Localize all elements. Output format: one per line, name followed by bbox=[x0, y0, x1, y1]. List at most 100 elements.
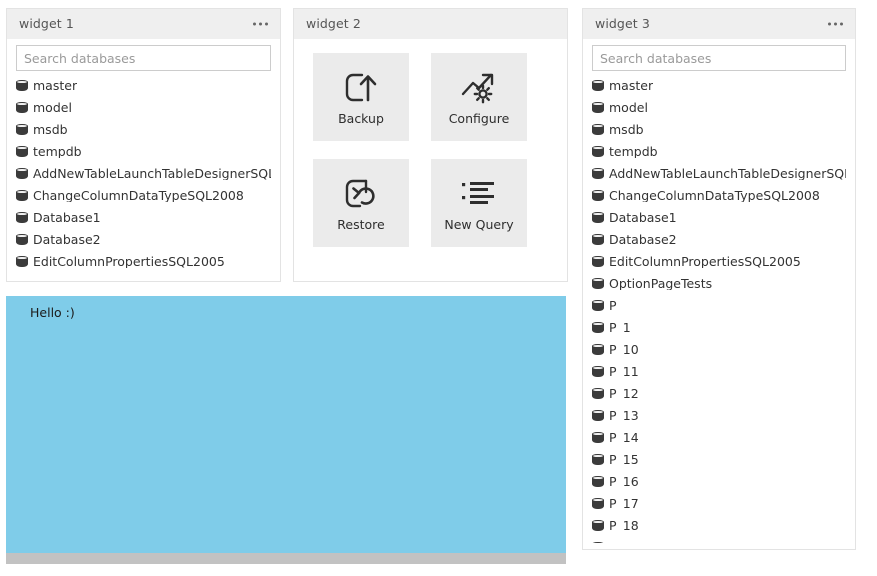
database-name: Database1 bbox=[33, 212, 101, 225]
database-icon bbox=[16, 212, 28, 225]
database-icon bbox=[16, 102, 28, 115]
new-query-icon-svg bbox=[462, 180, 496, 208]
widget-1-title: widget 1 bbox=[19, 18, 74, 31]
database-list-item[interactable]: Database1 bbox=[16, 207, 271, 229]
database-name: P_14 bbox=[609, 432, 639, 445]
database-list-item[interactable]: master bbox=[592, 75, 846, 97]
widget-2-body: Backup Configure RestoreNew Query bbox=[294, 39, 567, 281]
database-icon bbox=[592, 410, 604, 423]
database-list-item[interactable]: P_17 bbox=[592, 493, 846, 515]
database-list-item[interactable]: msdb bbox=[592, 119, 846, 141]
database-name: model bbox=[33, 102, 72, 115]
database-name: master bbox=[33, 80, 77, 93]
database-list-item[interactable]: model bbox=[16, 97, 271, 119]
database-icon bbox=[592, 212, 604, 225]
database-list-item[interactable]: ChangeColumnDataTypeSQL2008 bbox=[592, 185, 846, 207]
database-icon bbox=[16, 168, 28, 181]
database-name: AddNewTableLaunchTableDesignerSQL2 bbox=[33, 168, 271, 181]
widget-1-body: master model msdb tempdb AddNewTableLaunchTa… bbox=[7, 39, 280, 281]
database-list-item[interactable]: P_12 bbox=[592, 383, 846, 405]
database-name: EditColumnPropertiesSQL2005 bbox=[33, 256, 225, 269]
widget-3-database-panel: master model msdb tempdbAddNewTableLaunchTa… bbox=[592, 45, 846, 543]
database-name: msdb bbox=[609, 124, 644, 137]
database-icon bbox=[592, 344, 604, 357]
database-list-item[interactable]: EditColumnPropertiesSQL2005 bbox=[592, 251, 846, 273]
database-icon bbox=[592, 124, 604, 137]
database-list-item[interactable]: tempdb bbox=[16, 141, 271, 163]
database-list-item[interactable]: Database2 bbox=[16, 229, 271, 251]
widget-3-overflow-menu-icon[interactable] bbox=[826, 19, 845, 30]
widget-1: widget 1 master model msdb tempdb AddNewTabl… bbox=[6, 8, 281, 282]
widget-3-search-input[interactable] bbox=[592, 45, 846, 71]
database-name: Database2 bbox=[33, 234, 101, 247]
action-tile-restore[interactable]: Restore bbox=[313, 159, 409, 247]
action-tile-backup[interactable]: Backup bbox=[313, 53, 409, 141]
widget-2-header: widget 2 bbox=[294, 9, 567, 39]
database-list-item[interactable]: P_10 bbox=[592, 339, 846, 361]
database-list-item[interactable]: master bbox=[16, 75, 271, 97]
database-icon bbox=[592, 278, 604, 291]
database-icon bbox=[16, 256, 28, 269]
database-list-item[interactable]: EditColumnPropertiesSQL2005 bbox=[16, 251, 271, 273]
database-name: master bbox=[609, 80, 653, 93]
database-list-item[interactable]: P_19 bbox=[592, 537, 846, 543]
action-tile-new-query[interactable]: New Query bbox=[431, 159, 527, 247]
database-icon bbox=[592, 476, 604, 489]
restore-icon-svg bbox=[344, 178, 378, 210]
widget-1-search-input[interactable] bbox=[16, 45, 271, 71]
database-icon bbox=[592, 102, 604, 115]
widget-2: widget 2 Backup Configure RestoreNew Query bbox=[293, 8, 568, 282]
database-list-item[interactable]: Database2 bbox=[592, 229, 846, 251]
action-tile-label: Configure bbox=[449, 113, 510, 126]
widget-3-body: master model msdb tempdbAddNewTableLaunchTa… bbox=[583, 39, 855, 549]
database-list-item[interactable]: P_1 bbox=[592, 317, 846, 339]
database-list-item[interactable]: ChangeColumnDataTypeSQL2008 bbox=[16, 185, 271, 207]
database-name: P_11 bbox=[609, 366, 639, 379]
widget-1-overflow-menu-icon[interactable] bbox=[251, 19, 270, 30]
database-list-item[interactable]: P_11 bbox=[592, 361, 846, 383]
database-list-item[interactable]: P_18 bbox=[592, 515, 846, 537]
database-list-item[interactable]: tempdb bbox=[592, 141, 846, 163]
database-list-item[interactable]: AddNewTableLaunchTableDesignerSQL2 bbox=[16, 163, 271, 185]
database-name: tempdb bbox=[33, 146, 82, 159]
action-tile-configure[interactable]: Configure bbox=[431, 53, 527, 141]
database-list-item[interactable]: P_13 bbox=[592, 405, 846, 427]
database-list-item[interactable]: model bbox=[592, 97, 846, 119]
note-horizontal-scrollbar[interactable] bbox=[6, 553, 566, 564]
database-icon bbox=[592, 322, 604, 335]
database-icon bbox=[592, 432, 604, 445]
database-name: P bbox=[609, 300, 617, 313]
database-name: Database2 bbox=[609, 234, 677, 247]
database-name: P_15 bbox=[609, 454, 639, 467]
database-list-item[interactable]: AddNewTableLaunchTableDesignerSQL2 bbox=[592, 163, 846, 185]
widget-1-header: widget 1 bbox=[7, 9, 280, 39]
widget-3: widget 3 master model msdb tempdbAddNewTabl… bbox=[582, 8, 856, 550]
database-list-item[interactable]: msdb bbox=[16, 119, 271, 141]
database-name: P_16 bbox=[609, 476, 639, 489]
widget-1-database-list[interactable]: master model msdb tempdb AddNewTableLaunchTa… bbox=[16, 75, 271, 275]
database-icon bbox=[592, 388, 604, 401]
configure-icon bbox=[461, 68, 497, 108]
database-icon bbox=[592, 454, 604, 467]
database-icon bbox=[16, 80, 28, 93]
note-text: Hello :) bbox=[30, 307, 75, 320]
database-icon bbox=[16, 190, 28, 203]
widget-2-action-grid: Backup Configure RestoreNew Query bbox=[313, 53, 527, 247]
database-list-item[interactable]: P_15 bbox=[592, 449, 846, 471]
database-list-item[interactable]: P bbox=[592, 295, 846, 317]
database-name: Database1 bbox=[609, 212, 677, 225]
database-name: P_17 bbox=[609, 498, 639, 511]
widget-3-title: widget 3 bbox=[595, 18, 650, 31]
database-list-item[interactable]: P_16 bbox=[592, 471, 846, 493]
database-list-item[interactable]: P_14 bbox=[592, 427, 846, 449]
database-name: ChangeColumnDataTypeSQL2008 bbox=[33, 190, 244, 203]
widget-3-database-list[interactable]: master model msdb tempdbAddNewTableLaunchTa… bbox=[592, 75, 846, 543]
note-widget: Hello :) bbox=[6, 296, 566, 564]
database-icon bbox=[592, 80, 604, 93]
database-icon bbox=[592, 190, 604, 203]
database-list-item[interactable]: OptionPageTests bbox=[592, 273, 846, 295]
database-list-item[interactable]: Database1 bbox=[592, 207, 846, 229]
database-name: ChangeColumnDataTypeSQL2008 bbox=[609, 190, 820, 203]
database-icon bbox=[592, 366, 604, 379]
database-name: P_1 bbox=[609, 322, 631, 335]
